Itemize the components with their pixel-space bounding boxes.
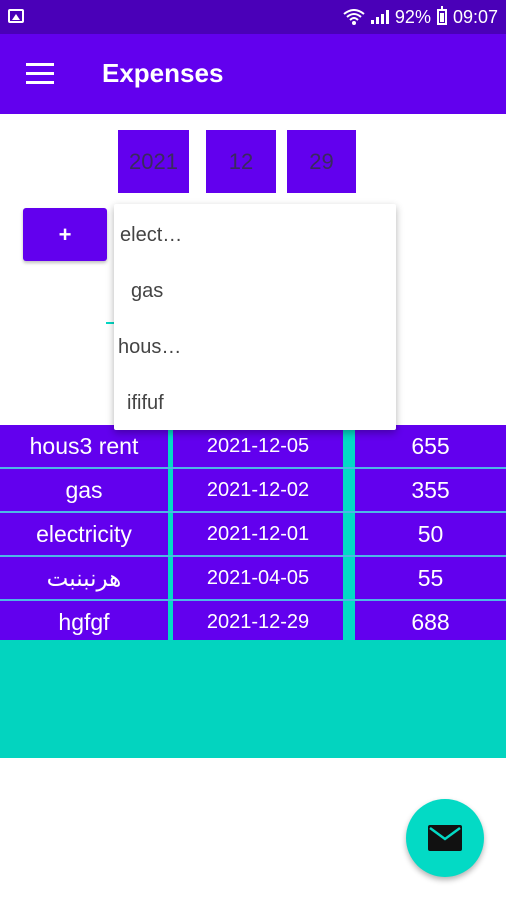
battery-icon [436, 6, 447, 25]
expense-date: 2021-12-01 [173, 513, 343, 555]
gallery-icon [8, 9, 24, 23]
expense-date: 2021-12-05 [173, 425, 343, 467]
signal-icon [370, 10, 389, 24]
table-row[interactable]: gas 2021-12-02 355 [0, 469, 506, 513]
month-input[interactable]: 12 [206, 130, 276, 193]
expense-date: 2021-12-29 [173, 601, 343, 643]
expense-name: hous3 rent [0, 425, 168, 467]
expense-name: hgfgf [0, 601, 168, 643]
year-input[interactable]: 2021 [118, 130, 189, 193]
expense-date: 2021-04-05 [173, 557, 343, 599]
expense-name: هرنبنبت [0, 557, 168, 599]
status-bar: 92% 09:07 [0, 0, 506, 34]
expense-amount: 688 [355, 601, 506, 643]
dropdown-option[interactable]: hous… [118, 336, 181, 359]
table-row[interactable]: electricity 2021-12-01 50 [0, 513, 506, 557]
expense-name: gas [0, 469, 168, 511]
footer-panel [0, 640, 506, 758]
day-input[interactable]: 29 [287, 130, 356, 193]
page-title: Expenses [102, 58, 224, 88]
wifi-icon [343, 9, 365, 25]
dropdown-option[interactable]: gas [131, 280, 163, 303]
expense-name: electricity [0, 513, 168, 555]
autocomplete-dropdown: elect… gas hous… ififuf [114, 204, 396, 430]
expense-amount: 50 [355, 513, 506, 555]
expense-amount: 355 [355, 469, 506, 511]
send-mail-button[interactable] [406, 799, 484, 877]
table-row[interactable]: hous3 rent 2021-12-05 655 [0, 425, 506, 469]
expense-amount: 55 [355, 557, 506, 599]
menu-icon[interactable] [26, 63, 54, 85]
add-button[interactable]: + [23, 208, 107, 261]
dropdown-option[interactable]: elect… [120, 224, 182, 247]
clock: 09:07 [452, 6, 498, 27]
app-bar: Expenses [0, 34, 506, 114]
table-row[interactable]: هرنبنبت 2021-04-05 55 [0, 557, 506, 601]
dropdown-option[interactable]: ififuf [127, 392, 164, 415]
expenses-table: hous3 rent 2021-12-05 655 gas 2021-12-02… [0, 425, 506, 645]
table-row[interactable]: hgfgf 2021-12-29 688 [0, 601, 506, 645]
battery-percent: 92% [394, 6, 431, 27]
expense-amount: 655 [355, 425, 506, 467]
expense-date: 2021-12-02 [173, 469, 343, 511]
mail-icon [428, 825, 462, 851]
